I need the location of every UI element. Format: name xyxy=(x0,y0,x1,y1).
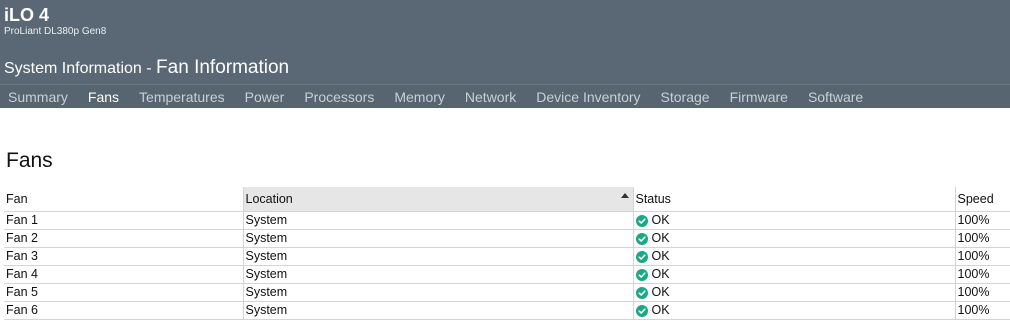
tab-bar: Summary Fans Temperatures Power Processo… xyxy=(0,84,1010,108)
fan-location: System xyxy=(242,247,633,266)
fan-location: System xyxy=(242,211,633,230)
tab-temperatures[interactable]: Temperatures xyxy=(139,87,225,107)
status-text: OK xyxy=(651,285,670,299)
fan-name: Fan 2 xyxy=(4,229,243,248)
tab-firmware[interactable]: Firmware xyxy=(730,87,788,107)
column-header-status[interactable]: Status xyxy=(632,187,955,212)
table-header-row: Fan Location Status Speed xyxy=(4,187,1010,212)
check-circle-icon xyxy=(635,250,648,263)
fan-speed: 100% xyxy=(954,229,1010,248)
tab-network[interactable]: Network xyxy=(465,87,516,107)
fan-status: OK xyxy=(632,247,955,266)
check-circle-icon xyxy=(635,268,648,281)
app-header: iLO 4 ProLiant DL380p Gen8 System Inform… xyxy=(0,0,1010,84)
section-name: System Information xyxy=(4,60,142,77)
fan-name: Fan 5 xyxy=(4,283,243,302)
fan-name: Fan 1 xyxy=(4,211,243,230)
check-circle-icon xyxy=(635,232,648,245)
sort-ascending-icon xyxy=(620,193,629,198)
fan-name: Fan 6 xyxy=(4,301,243,320)
check-circle-icon xyxy=(635,304,648,317)
check-circle-icon xyxy=(635,214,648,227)
fan-status: OK xyxy=(632,211,955,230)
table-row: Fan 4 System OK 100% xyxy=(4,265,1010,284)
tab-storage[interactable]: Storage xyxy=(661,87,710,107)
fan-location: System xyxy=(242,301,633,320)
table-row: Fan 6 System OK 100% xyxy=(4,301,1010,320)
column-header-location-label: Location xyxy=(245,192,293,206)
tab-software[interactable]: Software xyxy=(808,87,863,107)
tab-memory[interactable]: Memory xyxy=(394,87,445,107)
table-row: Fan 1 System OK 100% xyxy=(4,211,1010,230)
tab-power[interactable]: Power xyxy=(245,87,285,107)
fan-speed: 100% xyxy=(954,211,1010,230)
table-row: Fan 2 System OK 100% xyxy=(4,229,1010,248)
status-text: OK xyxy=(651,249,670,263)
status-text: OK xyxy=(651,231,670,245)
fan-status: OK xyxy=(632,229,955,248)
fan-location: System xyxy=(242,265,633,284)
title-separator: - xyxy=(141,60,157,77)
tab-summary[interactable]: Summary xyxy=(8,87,68,107)
fan-location: System xyxy=(242,229,633,248)
fan-speed: 100% xyxy=(954,265,1010,284)
tab-device-inventory[interactable]: Device Inventory xyxy=(536,87,640,107)
app-title: iLO 4 xyxy=(4,5,50,25)
fan-status: OK xyxy=(632,301,955,320)
fan-location: System xyxy=(242,283,633,302)
fans-table: Fan Location Status Speed Fan 1 System O… xyxy=(4,187,1010,320)
server-model: ProLiant DL380p Gen8 xyxy=(4,26,107,37)
fan-status: OK xyxy=(632,283,955,302)
page-name: Fan Information xyxy=(156,57,290,78)
fan-speed: 100% xyxy=(954,247,1010,266)
tab-processors[interactable]: Processors xyxy=(304,87,374,107)
status-text: OK xyxy=(651,267,670,281)
fan-status: OK xyxy=(632,265,955,284)
fan-name: Fan 3 xyxy=(4,247,243,266)
status-text: OK xyxy=(651,303,670,317)
tab-fans[interactable]: Fans xyxy=(88,87,119,107)
page-title: System Information - Fan Information xyxy=(4,56,289,81)
table-row: Fan 5 System OK 100% xyxy=(4,283,1010,302)
fans-section-title: Fans xyxy=(6,149,53,172)
check-circle-icon xyxy=(635,286,648,299)
status-text: OK xyxy=(651,213,670,227)
column-header-speed[interactable]: Speed xyxy=(954,187,1010,212)
fan-name: Fan 4 xyxy=(4,265,243,284)
table-row: Fan 3 System OK 100% xyxy=(4,247,1010,266)
column-header-fan[interactable]: Fan xyxy=(4,187,243,212)
fan-speed: 100% xyxy=(954,301,1010,320)
fan-speed: 100% xyxy=(954,283,1010,302)
column-header-location[interactable]: Location xyxy=(242,187,633,212)
